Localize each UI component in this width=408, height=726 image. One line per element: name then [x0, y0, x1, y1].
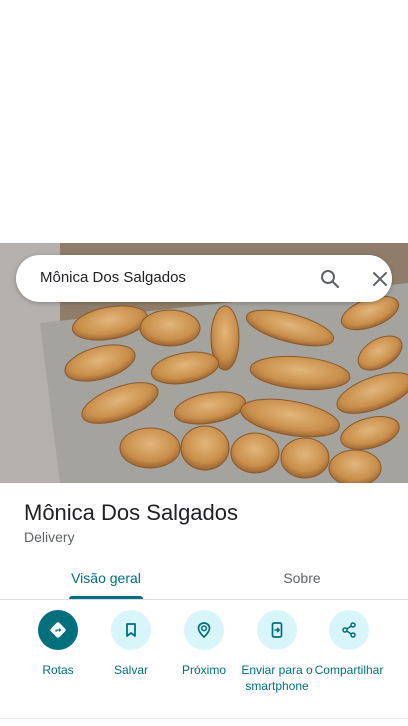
- send-to-phone-icon: [257, 610, 297, 650]
- close-icon[interactable]: [368, 267, 392, 291]
- bookmark-icon: [111, 610, 151, 650]
- place-category: Delivery: [24, 529, 75, 545]
- place-title: Mônica Dos Salgados: [24, 500, 239, 525]
- directions-label: Rotas: [42, 663, 74, 677]
- share-icon: [329, 610, 369, 650]
- nearby-icon: [184, 610, 224, 650]
- nearby-button[interactable]: Próximo: [166, 610, 242, 678]
- tab-overview[interactable]: Visão geral: [46, 556, 166, 600]
- tab-about[interactable]: Sobre: [242, 556, 362, 600]
- divider: [0, 718, 408, 719]
- search-input[interactable]: Mônica Dos Salgados: [40, 269, 186, 286]
- share-label: Compartilhar: [314, 663, 384, 677]
- save-button[interactable]: Salvar: [93, 610, 169, 678]
- nearby-label: Próximo: [181, 663, 226, 677]
- app-screen: Mônica Dos Salgados Mônica Dos Salgados …: [0, 0, 408, 726]
- search-icon[interactable]: [318, 267, 342, 291]
- tab-bar: Visão geral Sobre: [0, 556, 408, 600]
- action-row: Rotas Salvar Próximo Enviar para o smart…: [0, 610, 408, 720]
- directions-icon: [38, 610, 78, 650]
- directions-button[interactable]: Rotas: [20, 610, 96, 678]
- send-to-phone-button[interactable]: Enviar para o smartphone: [239, 610, 315, 694]
- search-bar[interactable]: Mônica Dos Salgados: [16, 255, 392, 302]
- tab-selected-indicator: [69, 596, 143, 599]
- save-label: Salvar: [113, 663, 148, 677]
- send-to-phone-label: Enviar para o smartphone: [241, 663, 313, 693]
- share-button[interactable]: Compartilhar: [311, 610, 387, 678]
